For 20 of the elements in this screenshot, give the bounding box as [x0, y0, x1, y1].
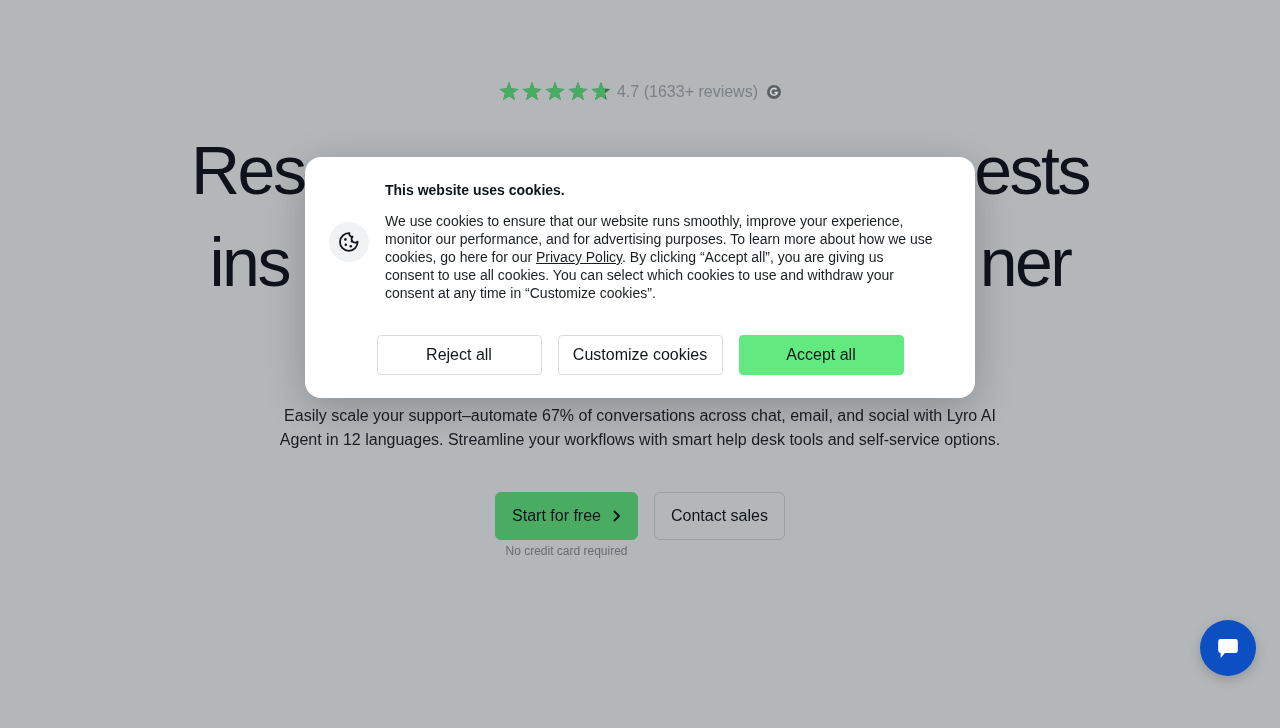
- outline-button[interactable]: Reject all: [376, 335, 542, 375]
- caption-text: No credit card required: [505, 543, 628, 559]
- rating-text: 4.7 (1633+ reviews): [617, 82, 758, 102]
- intro-text: Easily scale your support–automate 67% of conversations across chat, email, and social with Lyro AI Agent in 12 languages. Streamline your workflows with smart help desk tools and self-service options.: [278, 406, 1002, 450]
- chat-button[interactable]: [1200, 620, 1256, 676]
- headline-text: ner: [979, 224, 1071, 300]
- cookie-icon: [329, 221, 369, 262]
- primary-button[interactable]: Accept all: [738, 335, 904, 375]
- primary-button[interactable]: Start for free: [495, 492, 638, 540]
- headline-text: ests: [974, 132, 1089, 208]
- chevron-right-icon: [613, 510, 621, 522]
- outline-button[interactable]: Customize cookies: [557, 335, 723, 375]
- outline-button[interactable]: Contact sales: [654, 492, 785, 540]
- dialog-title: This website uses cookies.: [385, 181, 566, 199]
- privacy-policy-link[interactable]: Privacy Policy: [536, 249, 623, 265]
- headline-text: Res: [191, 132, 305, 208]
- cookie-notice-text: We use cookies to ensure that our website runs smoothly, improve your experience, monitor our performance, and for advertising purposes. To learn more about how we use cookies, go here for our Privacy Policy. By clicking “Accept all”, you are giving us consent to use all cookies. You can select which cookies to use and withdraw your consent at any time in “Customize cookies”.: [385, 212, 934, 302]
- badge-icon: [767, 85, 781, 99]
- headline-text: ins: [209, 224, 289, 300]
- chat-bubble-icon: [1218, 638, 1238, 658]
